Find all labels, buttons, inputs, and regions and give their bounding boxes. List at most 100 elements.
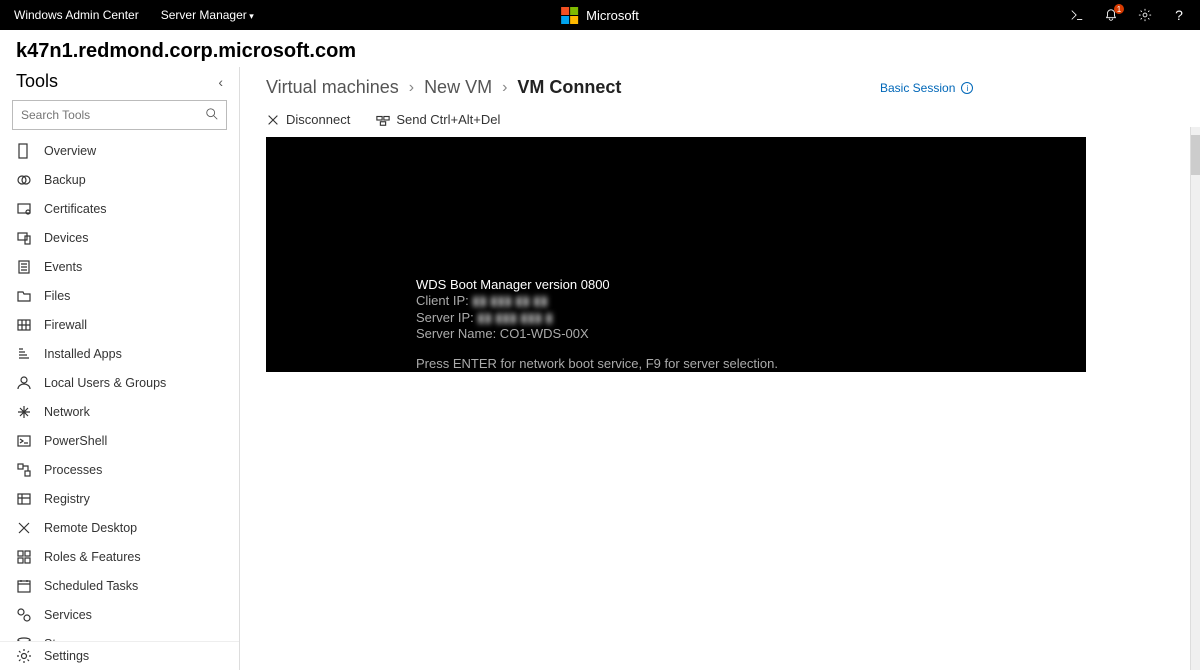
tool-label: Overview [44,144,96,158]
tool-network[interactable]: Network [0,397,239,426]
scrollbar[interactable] [1190,127,1200,670]
powershell-icon[interactable] [1070,8,1084,22]
tool-label: Devices [44,231,88,245]
tool-label: Remote Desktop [44,521,137,535]
scrollbar-thumb[interactable] [1191,135,1200,175]
close-icon [266,113,280,127]
overview-icon [16,143,32,159]
tool-remote-desktop[interactable]: Remote Desktop [0,513,239,542]
command-bar: Disconnect Send Ctrl+Alt+Del [266,112,1180,127]
users-icon [16,375,32,391]
collapse-sidebar-icon[interactable]: ‹ [218,74,223,90]
tool-label: Files [44,289,70,303]
storage-icon [16,636,32,642]
tool-label: Registry [44,492,90,506]
settings-gear-icon [16,648,32,664]
breadcrumb: Virtual machines › New VM › VM Connect [266,77,1180,98]
console-line: WDS Boot Manager version 0800 [416,277,1086,293]
tool-local-users[interactable]: Local Users & Groups [0,368,239,397]
remote-desktop-icon [16,520,32,536]
tool-label: Services [44,608,92,622]
microsoft-brand: Microsoft [561,7,639,24]
tool-processes[interactable]: Processes [0,455,239,484]
server-manager-menu[interactable]: Server Manager [161,8,254,22]
help-icon[interactable]: ? [1172,8,1186,22]
tool-label: PowerShell [44,434,107,448]
cmd-label: Disconnect [286,112,350,127]
tool-label: Settings [44,649,89,663]
tool-label: Local Users & Groups [44,376,166,390]
files-icon [16,288,32,304]
tool-storage[interactable]: Storage [0,629,239,641]
tool-registry[interactable]: Registry [0,484,239,513]
vm-console[interactable]: WDS Boot Manager version 0800 Client IP:… [266,137,1086,372]
tool-label: Scheduled Tasks [44,579,138,593]
session-type[interactable]: Basic Session i [880,81,973,95]
tool-events[interactable]: Events [0,252,239,281]
firewall-icon [16,317,32,333]
tool-label: Network [44,405,90,419]
certificates-icon [16,201,32,217]
host-name: k47n1.redmond.corp.microsoft.com [16,40,1184,63]
roles-icon [16,549,32,565]
tool-backup[interactable]: Backup [0,165,239,194]
tool-label: Backup [44,173,86,187]
registry-icon [16,491,32,507]
tool-overview[interactable]: Overview [0,136,239,165]
session-label: Basic Session [880,81,955,95]
tool-roles-features[interactable]: Roles & Features [0,542,239,571]
notifications-icon[interactable] [1104,8,1118,22]
tool-files[interactable]: Files [0,281,239,310]
events-icon [16,259,32,275]
tool-label: Events [44,260,82,274]
console-line: Client IP: ▮▮ ▮▮▮ ▮▮ ▮▮ [416,293,1086,309]
tool-label: Installed Apps [44,347,122,361]
brand-text: Microsoft [586,8,639,23]
devices-icon [16,230,32,246]
main-panel: Virtual machines › New VM › VM Connect B… [240,67,1200,372]
tool-installed-apps[interactable]: Installed Apps [0,339,239,368]
tool-services[interactable]: Services [0,600,239,629]
chevron-right-icon: › [409,79,414,97]
tool-settings[interactable]: Settings [0,641,239,670]
tool-devices[interactable]: Devices [0,223,239,252]
tool-label: Storage [44,637,88,642]
console-line: Server Name: CO1-WDS-00X [416,326,1086,342]
tools-list: Overview Backup Certificates Devices Eve… [0,136,239,641]
powershell-tool-icon [16,433,32,449]
tool-powershell[interactable]: PowerShell [0,426,239,455]
crumb-newvm[interactable]: New VM [424,77,492,98]
tools-sidebar: Tools ‹ Overview Backup Certificates Dev… [0,67,240,670]
services-icon [16,607,32,623]
tool-scheduled-tasks[interactable]: Scheduled Tasks [0,571,239,600]
tool-firewall[interactable]: Firewall [0,310,239,339]
tool-label: Processes [44,463,102,477]
tasks-icon [16,578,32,594]
installed-apps-icon [16,346,32,362]
chevron-right-icon: › [502,79,507,97]
tool-label: Firewall [44,318,87,332]
gear-icon[interactable] [1138,8,1152,22]
console-line: Server IP: ▮▮ ▮▮▮ ▮▮▮ ▮ [416,310,1086,326]
microsoft-logo-icon [561,7,578,24]
disconnect-button[interactable]: Disconnect [266,112,350,127]
console-line: Press ENTER for network boot service, F9… [416,356,1086,372]
app-name[interactable]: Windows Admin Center [14,8,139,22]
processes-icon [16,462,32,478]
search-icon [205,107,219,121]
keyboard-icon [376,113,390,127]
cmd-label: Send Ctrl+Alt+Del [396,112,500,127]
info-icon: i [961,82,973,94]
sidebar-title: Tools [16,71,58,92]
crumb-current: VM Connect [517,77,621,98]
crumb-vm[interactable]: Virtual machines [266,77,399,98]
send-cad-button[interactable]: Send Ctrl+Alt+Del [376,112,500,127]
top-bar: Windows Admin Center Server Manager Micr… [0,0,1200,30]
search-input[interactable] [12,100,227,130]
tool-label: Roles & Features [44,550,141,564]
host-header: k47n1.redmond.corp.microsoft.com [0,30,1200,67]
backup-icon [16,172,32,188]
network-icon [16,404,32,420]
tool-label: Certificates [44,202,107,216]
tool-certificates[interactable]: Certificates [0,194,239,223]
